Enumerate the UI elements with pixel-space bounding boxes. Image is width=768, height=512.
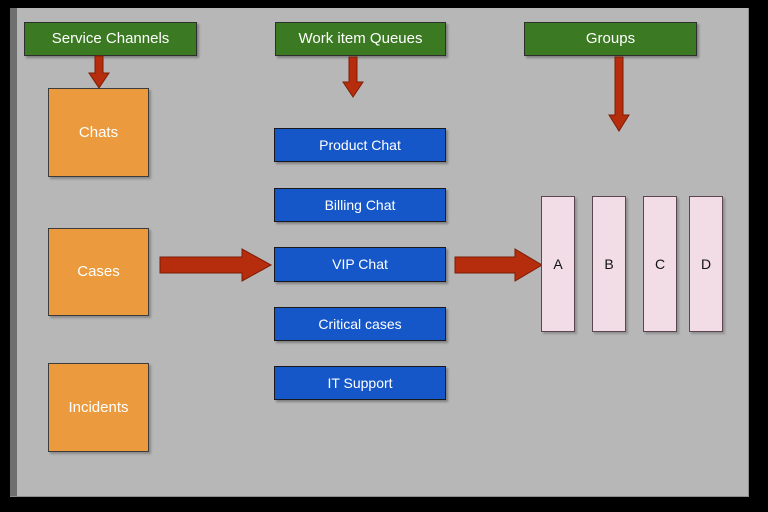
queue-critical-cases[interactable]: Critical cases [274, 307, 446, 341]
queue-vip-chat[interactable]: VIP Chat [274, 247, 446, 282]
group-c[interactable]: C [643, 196, 677, 332]
queue-product-chat-label: Product Chat [319, 136, 401, 153]
header-work-item-queues[interactable]: Work item Queues [275, 22, 446, 56]
queue-it-support[interactable]: IT Support [274, 366, 446, 400]
group-b[interactable]: B [592, 196, 626, 332]
service-channel-chats-label: Chats [78, 123, 119, 141]
queue-billing-chat[interactable]: Billing Chat [274, 188, 446, 222]
service-channel-cases-label: Cases [77, 263, 120, 281]
service-channel-chats[interactable]: Chats [48, 88, 149, 177]
queue-it-support-label: IT Support [327, 374, 393, 391]
queue-product-chat[interactable]: Product Chat [274, 128, 446, 162]
queue-billing-chat-label: Billing Chat [324, 196, 396, 213]
header-work-item-queues-label: Work item Queues [298, 30, 423, 48]
group-a[interactable]: A [541, 196, 575, 332]
diagram-page: Service Channels Chats Cases Incidents W… [0, 0, 768, 512]
group-d-label: D [700, 255, 712, 272]
group-b-label: B [604, 255, 614, 272]
header-service-channels-label: Service Channels [51, 30, 170, 48]
canvas-left-gutter [10, 8, 17, 496]
queue-critical-cases-label: Critical cases [318, 315, 402, 332]
group-d[interactable]: D [689, 196, 723, 332]
header-service-channels[interactable]: Service Channels [24, 22, 197, 56]
arrow-groups-to-group-boxes [608, 56, 630, 132]
service-channel-incidents-label: Incidents [68, 398, 129, 416]
arrow-vip-chat-to-group-a [454, 248, 543, 282]
service-channel-incidents[interactable]: Incidents [48, 363, 149, 452]
header-groups[interactable]: Groups [524, 22, 697, 56]
group-c-label: C [654, 255, 666, 272]
arrow-service-channels-to-chats [88, 55, 110, 89]
group-a-label: A [553, 255, 563, 272]
arrow-cases-to-vip-chat [159, 248, 273, 282]
service-channel-cases[interactable]: Cases [48, 228, 149, 316]
queue-vip-chat-label: VIP Chat [332, 256, 388, 273]
header-groups-label: Groups [585, 30, 636, 48]
arrow-work-item-queues-to-queues [342, 56, 364, 98]
